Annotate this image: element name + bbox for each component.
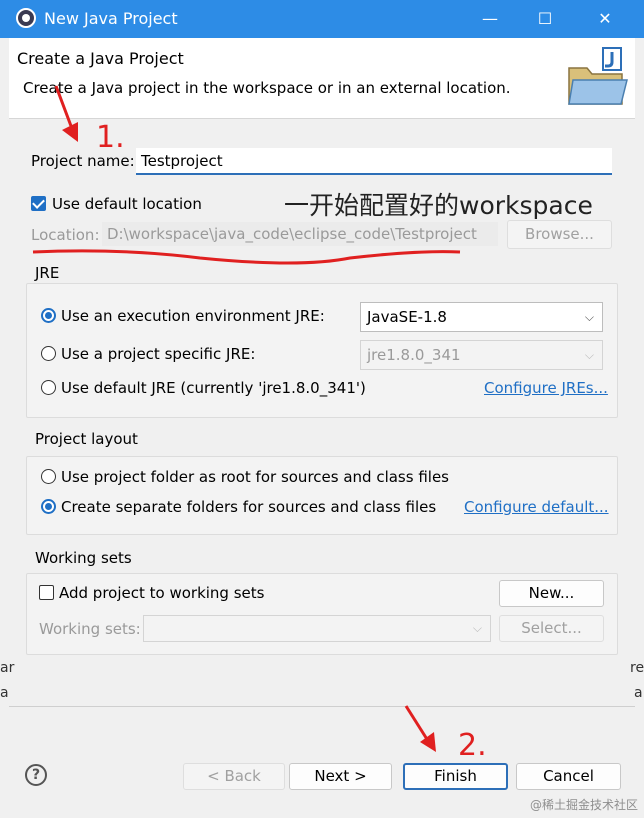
add-to-working-sets-label: Add project to working sets [59,584,265,602]
project-layout-group-title: Project layout [35,430,138,448]
use-default-location-label: Use default location [52,195,202,213]
working-sets-group-title: Working sets [35,549,132,567]
wizard-title: Create a Java Project [17,49,184,68]
workspace-note-annotation: 一开始配置好的workspace [284,191,593,220]
chevron-down-icon: ⌵ [584,348,594,362]
background-text-fragment: a [634,685,643,701]
jre-default-label: Use default JRE (currently 'jre1.8.0_341… [61,379,366,397]
chevron-down-icon: ⌵ [584,310,594,324]
wizard-description: Create a Java project in the workspace o… [23,79,511,97]
cancel-button[interactable]: Cancel [516,763,621,790]
step-1-annotation: 1. [96,120,125,155]
working-sets-label: Working sets: [39,620,141,638]
project-name-input[interactable]: Testproject [136,148,612,175]
background-text-fragment: re [630,660,644,676]
browse-button[interactable]: Browse... [507,220,612,249]
layout-separate-folders-label: Create separate folders for sources and … [61,498,437,516]
window-title: New Java Project [44,9,178,28]
execution-env-select[interactable]: JavaSE-1.8 ⌵ [360,302,603,332]
help-icon[interactable]: ? [25,764,47,786]
background-text-fragment: ar [0,660,15,676]
project-specific-jre-value: jre1.8.0_341 [367,346,461,364]
jre-group-title: JRE [35,264,60,282]
back-button[interactable]: < Back [183,763,285,790]
jre-default-radio[interactable] [41,380,56,395]
project-specific-jre-select[interactable]: jre1.8.0_341 ⌵ [360,340,603,370]
underline-annotation [32,249,461,265]
layout-root-folder-label: Use project folder as root for sources a… [61,468,449,486]
maximize-button[interactable]: ☐ [515,0,575,38]
title-bar: New Java Project — ☐ ✕ [0,0,644,38]
working-sets-select[interactable]: ⌵ [143,615,491,642]
configure-jres-link[interactable]: Configure JREs... [484,379,608,397]
use-default-location-checkbox[interactable] [31,196,46,211]
wizard-header: Create a Java Project Create a Java proj… [9,38,635,119]
eclipse-icon [16,8,36,28]
close-button[interactable]: ✕ [575,0,635,38]
step-2-annotation: 2. [458,728,487,763]
select-working-sets-button[interactable]: Select... [499,615,604,642]
background-text-fragment: a [0,685,9,701]
jre-execution-env-radio[interactable] [41,308,56,323]
finish-button[interactable]: Finish [403,763,508,790]
jre-project-specific-label: Use a project specific JRE: [61,345,256,363]
location-label: Location: [31,226,100,244]
layout-separate-folders-radio[interactable] [41,499,56,514]
add-to-working-sets-checkbox[interactable] [39,585,54,600]
footer-separator [9,706,635,707]
arrow-icon [404,705,436,752]
location-input[interactable]: D:\workspace\java_code\eclipse_code\Test… [102,222,498,246]
watermark: @稀土掘金技术社区 [529,798,638,812]
chevron-down-icon: ⌵ [472,621,482,635]
jre-project-specific-radio[interactable] [41,346,56,361]
next-button[interactable]: Next > [289,763,392,790]
configure-default-link[interactable]: Configure default... [464,498,609,516]
execution-env-value: JavaSE-1.8 [367,308,447,326]
jre-execution-env-label: Use an execution environment JRE: [61,307,325,325]
minimize-button[interactable]: — [460,0,520,38]
java-project-folder-icon [568,47,628,105]
layout-root-folder-radio[interactable] [41,469,56,484]
new-working-set-button[interactable]: New... [499,580,604,607]
